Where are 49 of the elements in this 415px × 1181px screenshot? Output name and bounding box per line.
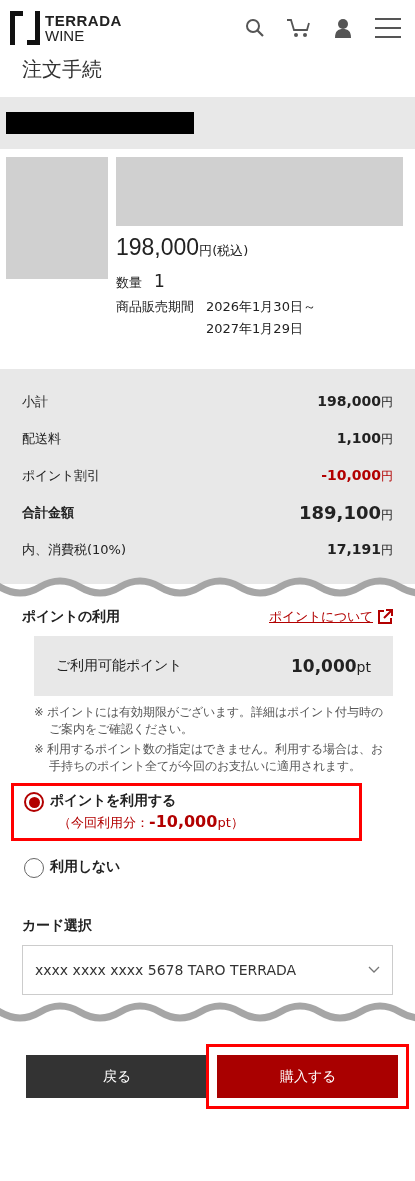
logo-subtext: WINE xyxy=(45,28,86,43)
option-note: （今回利用分：-10,000pt） xyxy=(57,812,244,832)
summary-amount: -10,000 xyxy=(321,466,381,483)
user-icon[interactable] xyxy=(333,18,353,38)
product-price: 198,000 xyxy=(116,234,200,261)
menu-icon[interactable] xyxy=(375,18,401,38)
summary-label: ポイント割引 xyxy=(22,466,100,485)
radio-button[interactable] xyxy=(24,792,44,812)
period-date: 2026年1月30日～ xyxy=(206,298,316,316)
summary-amount: 1,100 xyxy=(336,429,381,446)
currency-unit: 円 xyxy=(381,430,393,448)
points-unit: pt xyxy=(356,659,371,675)
summary-amount: 198,000 xyxy=(317,392,381,409)
note-text: ※ ポイントには有効期限がございます。詳細はポイント付与時のご案内をご確認ください。 xyxy=(34,704,385,739)
option-label: ポイントを利用する xyxy=(50,792,177,810)
period-label: 商品販売期間 xyxy=(116,298,194,316)
available-points-value: 10,000 xyxy=(291,656,357,676)
note-text: ※ 利用するポイント数の指定はできません。利用する場合は、お手持ちのポイント全てが今回のお支払いに適用されます。 xyxy=(34,740,385,775)
summary-amount: 189,100 xyxy=(299,501,381,523)
currency-unit: 円 xyxy=(381,467,393,485)
currency-unit: 円 xyxy=(199,242,213,260)
external-link-icon xyxy=(377,609,393,625)
summary-amount: 17,191 xyxy=(326,540,381,557)
period-date: 2027年1月29日 xyxy=(206,320,304,338)
logo-mark-icon xyxy=(10,11,40,45)
logo-text: TERRADA xyxy=(45,13,122,28)
purchase-button[interactable]: 購入する xyxy=(217,1055,398,1098)
radio-button[interactable] xyxy=(24,858,44,878)
back-button[interactable]: 戻る xyxy=(26,1055,207,1098)
summary-label: 小計 xyxy=(22,392,48,411)
currency-unit: 円 xyxy=(381,393,393,411)
quantity-label: 数量 xyxy=(116,274,142,292)
quantity-value: 1 xyxy=(154,271,165,291)
card-select[interactable]: xxxx xxxx xxxx 5678 TARO TERRADA xyxy=(22,945,393,995)
tax-note: (税込) xyxy=(212,242,249,260)
points-info-link[interactable]: ポイントについて xyxy=(269,608,393,626)
summary-label: 配送料 xyxy=(22,429,61,448)
search-icon[interactable] xyxy=(245,18,265,38)
page-title: 注文手続 xyxy=(21,56,103,83)
section-title: カード選択 xyxy=(22,917,93,935)
chevron-down-icon xyxy=(368,966,380,974)
option-label: 利用しない xyxy=(50,858,120,876)
currency-unit: 円 xyxy=(381,506,393,524)
summary-label: 内、消費税(10%) xyxy=(22,540,127,559)
available-points-label: ご利用可能ポイント xyxy=(56,657,182,675)
summary-label: 合計金額 xyxy=(22,503,74,522)
cart-icon[interactable] xyxy=(287,18,311,38)
currency-unit: 円 xyxy=(381,541,393,559)
section-title: ポイントの利用 xyxy=(22,608,120,626)
